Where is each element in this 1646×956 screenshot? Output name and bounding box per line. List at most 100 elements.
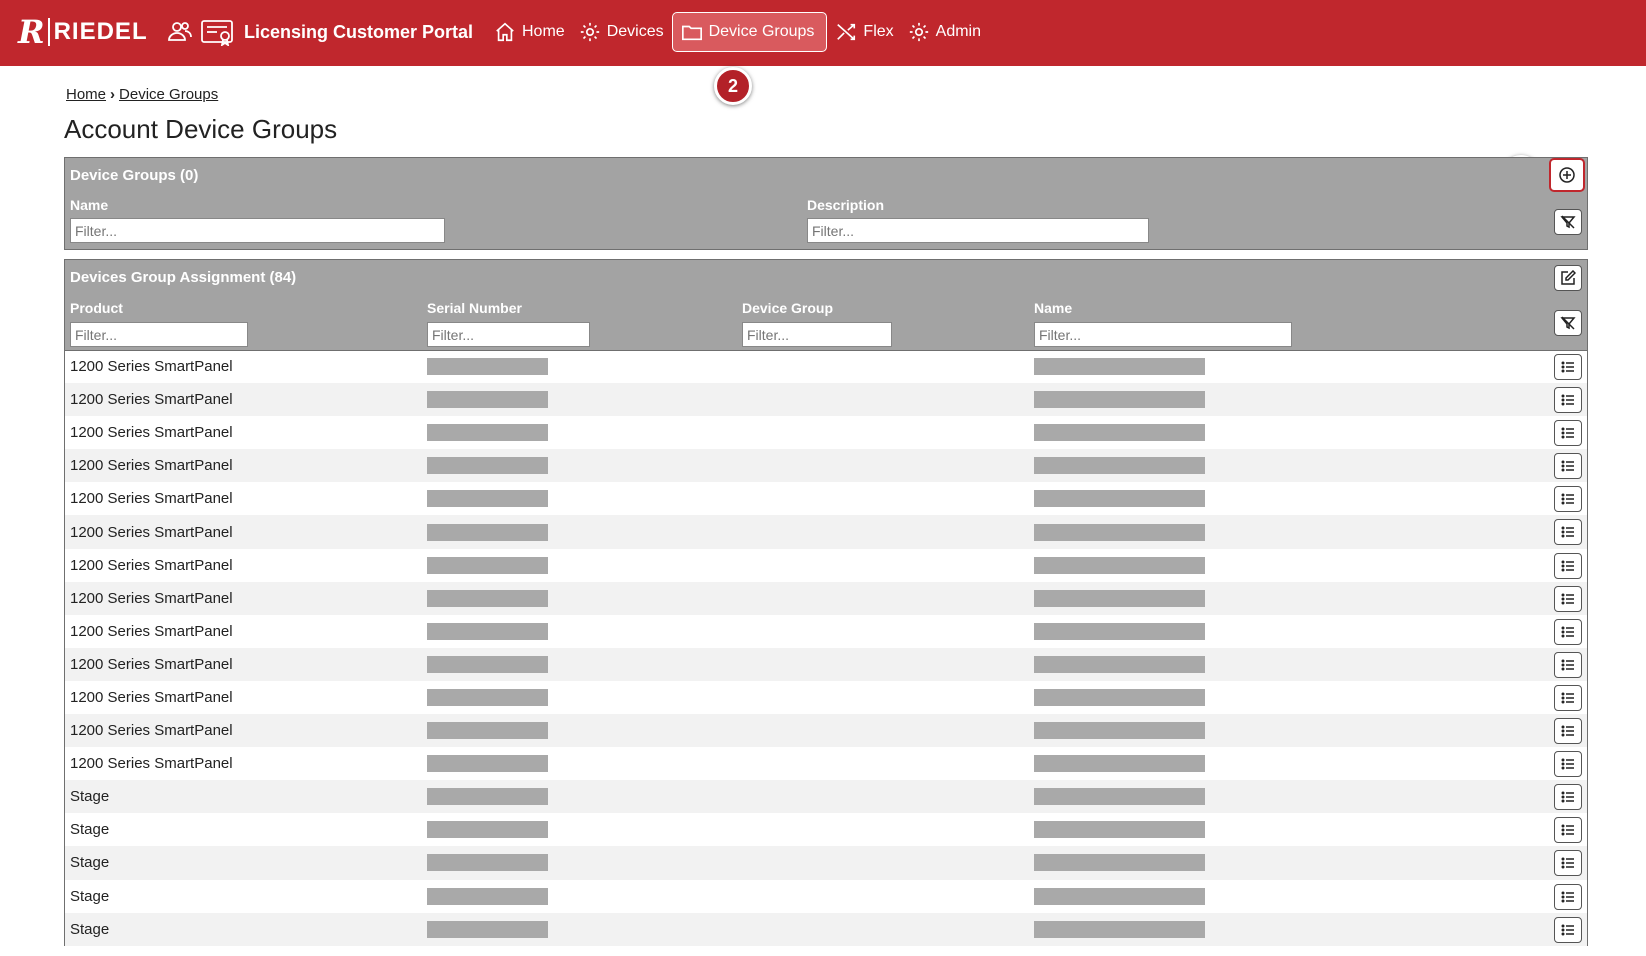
serial-column-label: Serial Number xyxy=(427,300,522,316)
add-device-group-button[interactable] xyxy=(1549,158,1585,192)
product-cell: 1200 Series SmartPanel xyxy=(70,424,233,442)
serial-filter-input[interactable] xyxy=(427,322,590,347)
table-row[interactable]: 1200 Series SmartPanel xyxy=(65,350,1587,383)
serial-redacted xyxy=(427,788,548,806)
portal-brand[interactable]: Licensing Customer Portal xyxy=(166,18,473,46)
row-details-button[interactable] xyxy=(1554,354,1582,380)
table-row[interactable]: Stage xyxy=(65,780,1587,814)
folder-icon xyxy=(681,25,702,41)
breadcrumb-home[interactable]: Home xyxy=(66,86,106,103)
device-group-column-label: Device Group xyxy=(742,300,834,316)
table-row[interactable]: Stage xyxy=(65,912,1587,946)
table-row[interactable]: 1200 Series SmartPanel xyxy=(65,449,1587,483)
table-row[interactable]: Stage xyxy=(65,813,1587,846)
product-cell: Stage xyxy=(70,788,110,806)
filter-clear-icon xyxy=(1560,215,1576,229)
serial-redacted xyxy=(427,821,548,839)
clear-filters-button[interactable] xyxy=(1554,209,1582,235)
name-redacted xyxy=(1034,589,1205,607)
table-row[interactable]: 1200 Series SmartPanel xyxy=(65,549,1587,582)
product-cell: 1200 Series SmartPanel xyxy=(70,655,233,673)
main-nav: Home Devices Device Groups Flex Admin xyxy=(488,12,989,52)
home-icon xyxy=(496,22,514,42)
device-groups-panel: Device Groups (0) Name Description xyxy=(64,157,1588,250)
list-icon xyxy=(1561,626,1574,638)
row-details-button[interactable] xyxy=(1554,850,1582,877)
row-details-button[interactable] xyxy=(1554,784,1582,811)
row-details-button[interactable] xyxy=(1554,718,1582,745)
row-details-button[interactable] xyxy=(1554,651,1582,678)
serial-redacted xyxy=(427,920,548,938)
table-row[interactable]: 1200 Series SmartPanel xyxy=(65,482,1587,515)
name-redacted xyxy=(1034,424,1205,442)
name-column-label: Name xyxy=(1034,300,1073,316)
nav-home[interactable]: Home xyxy=(488,12,571,52)
name-redacted xyxy=(1034,490,1205,508)
breadcrumb-device-groups[interactable]: Device Groups xyxy=(119,86,218,103)
row-details-button[interactable] xyxy=(1554,519,1582,546)
table-row[interactable]: 1200 Series SmartPanel xyxy=(65,647,1587,681)
nav-home-label: Home xyxy=(522,23,565,40)
row-details-button[interactable] xyxy=(1554,751,1582,778)
serial-redacted xyxy=(427,854,548,872)
nav-flex-label: Flex xyxy=(863,23,894,40)
edit-assignment-button[interactable] xyxy=(1554,265,1582,291)
product-column-label: Product xyxy=(70,300,123,316)
row-details-button[interactable] xyxy=(1554,453,1582,480)
table-row[interactable]: 1200 Series SmartPanel xyxy=(65,515,1587,549)
name-redacted xyxy=(1034,788,1205,806)
list-icon xyxy=(1561,460,1574,472)
list-icon xyxy=(1561,725,1574,737)
table-row[interactable]: 1200 Series SmartPanel xyxy=(65,581,1587,615)
step-badge-2: 2 xyxy=(714,67,752,105)
name-redacted xyxy=(1034,920,1205,938)
name-redacted xyxy=(1034,622,1205,640)
name-filter-input[interactable] xyxy=(1034,322,1292,347)
clear-filters-button[interactable] xyxy=(1554,310,1582,336)
product-filter-input[interactable] xyxy=(70,322,248,347)
row-details-button[interactable] xyxy=(1554,916,1582,943)
assignment-title: Devices Group Assignment (84) xyxy=(70,269,297,286)
serial-redacted xyxy=(427,589,548,607)
portal-title: Licensing Customer Portal xyxy=(244,21,474,42)
nav-flex[interactable]: Flex xyxy=(829,12,899,52)
serial-redacted xyxy=(427,688,548,706)
users-icon xyxy=(168,22,192,41)
row-details-button[interactable] xyxy=(1554,486,1582,513)
nav-device-groups-label: Device Groups xyxy=(708,23,815,40)
license-certificate-icon xyxy=(201,20,233,46)
list-icon xyxy=(1561,394,1574,406)
table-row[interactable]: Stage xyxy=(65,846,1587,880)
name-filter-input[interactable] xyxy=(70,218,445,243)
serial-redacted xyxy=(427,755,548,773)
logo-letter: R xyxy=(18,13,45,51)
name-redacted xyxy=(1034,755,1205,773)
name-redacted xyxy=(1034,655,1205,673)
table-row[interactable]: 1200 Series SmartPanel xyxy=(65,615,1587,648)
nav-device-groups[interactable]: Device Groups xyxy=(671,12,828,52)
row-details-button[interactable] xyxy=(1554,817,1582,844)
breadcrumb-separator: › xyxy=(110,86,116,103)
description-filter-input[interactable] xyxy=(807,218,1149,243)
row-details-button[interactable] xyxy=(1554,618,1582,645)
device-group-filter-input[interactable] xyxy=(742,322,892,347)
list-icon xyxy=(1561,560,1574,572)
table-row[interactable]: 1200 Series SmartPanel xyxy=(65,383,1587,417)
row-details-button[interactable] xyxy=(1554,420,1582,447)
nav-devices[interactable]: Devices xyxy=(573,12,670,52)
table-row[interactable]: 1200 Series SmartPanel xyxy=(65,416,1587,449)
table-row[interactable]: 1200 Series SmartPanel xyxy=(65,747,1587,780)
serial-redacted xyxy=(427,722,548,740)
table-row[interactable]: 1200 Series SmartPanel xyxy=(65,681,1587,714)
row-details-button[interactable] xyxy=(1554,585,1582,612)
nav-admin[interactable]: Admin xyxy=(902,12,987,52)
row-details-button[interactable] xyxy=(1554,883,1582,910)
riedel-logo[interactable]: R RIEDEL xyxy=(18,13,148,51)
row-details-button[interactable] xyxy=(1554,387,1582,414)
row-details-button[interactable] xyxy=(1554,552,1582,579)
table-row[interactable]: 1200 Series SmartPanel xyxy=(65,714,1587,748)
name-redacted xyxy=(1034,722,1205,740)
row-details-button[interactable] xyxy=(1554,684,1582,711)
name-redacted xyxy=(1034,556,1205,574)
table-row[interactable]: Stage xyxy=(65,880,1587,913)
